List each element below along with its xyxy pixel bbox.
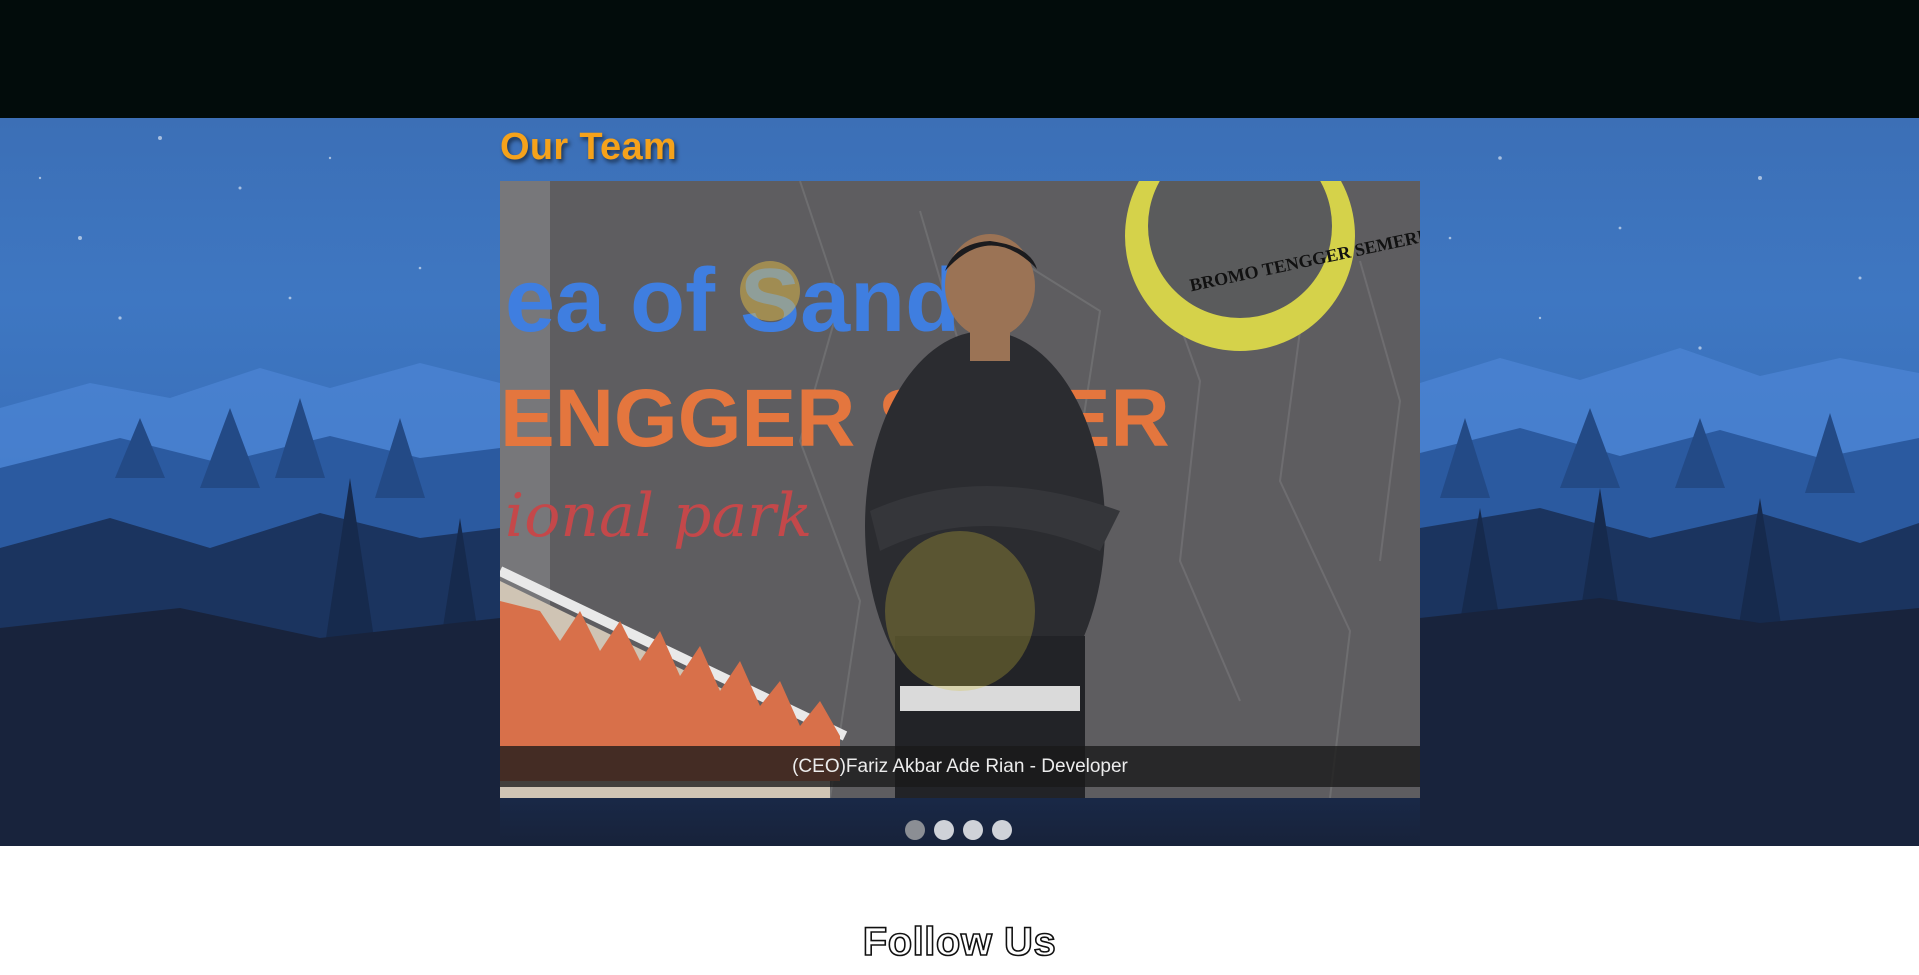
carousel-dot-4[interactable] (992, 820, 1012, 840)
top-navbar (0, 0, 1919, 118)
carousel-dot-2[interactable] (934, 820, 954, 840)
team-member-photo: ea of Sand ENGGER SEMER ional park BROMO… (500, 181, 1420, 798)
carousel-indicators (905, 820, 1012, 840)
carousel-dot-3[interactable] (963, 820, 983, 840)
follow-us-heading: Follow Us (862, 919, 1057, 965)
sign-text-line1: ea of Sand (505, 251, 960, 351)
sign-text-line3: ional park (505, 481, 812, 551)
team-carousel[interactable]: ea of Sand ENGGER SEMER ional park BROMO… (500, 181, 1420, 798)
our-team-heading: Our Team (500, 126, 677, 168)
slide-caption: (CEO)Fariz Akbar Ade Rian - Developer (500, 746, 1420, 787)
carousel-dot-1[interactable] (905, 820, 925, 840)
